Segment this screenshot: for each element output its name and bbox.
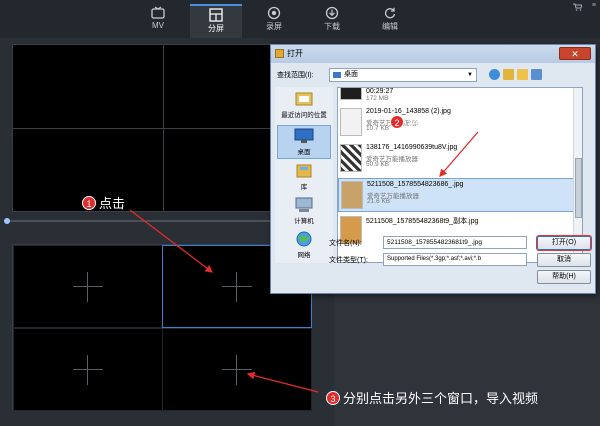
place-label: 计算机 <box>294 218 314 225</box>
file-item[interactable]: 00:29:27 172 MB <box>338 88 574 104</box>
file-thumbnail <box>340 108 362 136</box>
annotation-text: 选中文案图片导入 <box>407 115 512 130</box>
file-size: 21.6 KB <box>367 198 391 205</box>
tab-edit[interactable]: 编辑 <box>364 4 416 38</box>
close-button[interactable]: ✕ <box>559 47 591 60</box>
place-label: 最近访问的位置 <box>281 112 327 119</box>
record-icon <box>267 6 281 20</box>
scrollbar-thumb[interactable] <box>575 158 582 218</box>
step-badge: 1 <box>82 196 96 210</box>
computer-icon <box>295 197 313 212</box>
network-icon <box>296 231 312 247</box>
file-type-select[interactable]: Supported Files(*.3gp;*.asf;*.avi;*.b <box>383 253 527 266</box>
file-thumbnail <box>340 144 362 172</box>
look-in-label: 查找范围(I): <box>277 72 314 79</box>
app-window: MV 分屏 录屏 下载 编辑 ≡ 打开 ✕ 查找范围(I): 桌面 ▼ 最近访问… <box>0 0 600 426</box>
step-badge: 2 <box>390 115 404 129</box>
help-button[interactable]: 帮助(H) <box>537 270 591 284</box>
tab-download[interactable]: 下载 <box>306 4 358 38</box>
annotation-text: 点击 <box>99 196 126 211</box>
split-cell-1[interactable] <box>13 245 163 328</box>
file-name-input[interactable]: 5211508_1578554823681t9_.jpg <box>383 236 527 249</box>
dialog-title-bar[interactable]: 打开 ✕ <box>271 45 595 63</box>
file-size: 172 MB <box>366 95 389 102</box>
slider-knob[interactable] <box>4 218 10 224</box>
tab-label: 录屏 <box>266 22 282 31</box>
back-icon[interactable] <box>489 69 500 80</box>
file-thumbnail <box>340 88 362 100</box>
file-name: 138176_1416990639tu8V.jpg <box>366 144 458 151</box>
file-type-label: 文件类型(T): <box>329 257 368 264</box>
dialog-title: 打开 <box>287 49 303 58</box>
desktop-icon <box>333 72 341 78</box>
edit-icon <box>384 7 396 19</box>
top-toolbar: MV 分屏 录屏 下载 编辑 ≡ <box>0 0 600 38</box>
look-in-value: 桌面 <box>344 71 358 78</box>
window-menu-icon[interactable]: ≡ <box>592 2 596 9</box>
step-badge: 3 <box>326 391 340 405</box>
library-icon <box>296 164 312 178</box>
cancel-button[interactable]: 取消 <box>537 253 591 267</box>
plus-icon <box>73 354 103 385</box>
file-item-selected[interactable]: 5211508_1578554823686_.jpg 爱奇艺万能播放器 21.6… <box>338 178 574 212</box>
file-name: 00:29:27 <box>366 88 394 95</box>
places-bar: 最近访问的位置 桌面 库 计算机 网络 <box>275 87 333 263</box>
tab-record[interactable]: 录屏 <box>248 4 300 38</box>
desktop-icon <box>294 128 314 143</box>
open-file-dialog: 打开 ✕ 查找范围(I): 桌面 ▼ 最近访问的位置 桌面 库 计算机 网络 0… <box>270 44 596 294</box>
place-label: 库 <box>300 184 308 191</box>
dialog-toolbar <box>489 68 549 82</box>
plus-icon <box>222 271 252 302</box>
preview-panel-top <box>12 44 312 212</box>
tab-label: MV <box>152 21 164 30</box>
folder-icon <box>275 49 284 58</box>
place-label: 网络 <box>297 252 311 259</box>
grid-divider <box>13 128 311 129</box>
plus-icon <box>222 354 252 385</box>
new-folder-icon[interactable] <box>517 69 528 80</box>
annotation-step3: 3 分别点击另外三个窗口，导入视频 <box>326 388 538 407</box>
file-name: 5211508_1578554823686_.jpg <box>367 181 464 188</box>
split-cell-4[interactable] <box>162 328 312 411</box>
up-folder-icon[interactable] <box>503 69 514 80</box>
split-screen-icon <box>209 8 223 22</box>
tab-label: 编辑 <box>382 22 398 31</box>
annotation-step1: 1 点击 <box>82 193 125 212</box>
download-icon <box>325 6 339 20</box>
place-label: 桌面 <box>297 149 311 156</box>
tab-split-screen[interactable]: 分屏 <box>190 4 242 38</box>
annotation-step2: 2 选中文案图片导入 <box>390 112 511 131</box>
place-desktop[interactable]: 桌面 <box>277 125 331 159</box>
plus-icon <box>73 271 103 302</box>
file-name: 5211508_157855482368t9_副本.jpg <box>366 218 479 225</box>
place-network[interactable]: 网络 <box>277 229 331 263</box>
file-size: 50.9 KB <box>366 161 390 168</box>
look-in-select[interactable]: 桌面 ▼ <box>329 68 477 82</box>
cart-icon[interactable] <box>573 3 582 11</box>
file-thumbnail <box>341 181 363 209</box>
place-recent[interactable]: 最近访问的位置 <box>277 89 331 123</box>
tab-mv[interactable]: MV <box>132 4 184 38</box>
place-computer[interactable]: 计算机 <box>277 195 331 229</box>
annotation-text: 分别点击另外三个窗口，导入视频 <box>343 391 539 406</box>
open-button[interactable]: 打开(O) <box>537 236 591 250</box>
tab-label: 分屏 <box>208 24 224 33</box>
chevron-down-icon: ▼ <box>467 72 473 78</box>
tv-icon <box>151 6 165 19</box>
file-name-label: 文件名(N): <box>329 240 362 247</box>
recent-places-icon <box>295 92 313 106</box>
view-menu-icon[interactable] <box>531 69 542 80</box>
file-item[interactable]: 138176_1416990639tu8V.jpg 爱奇艺万能播放器 50.9 … <box>338 142 574 176</box>
split-cell-3[interactable] <box>13 328 163 411</box>
file-size: 10.7 KB <box>366 125 390 132</box>
tab-label: 下载 <box>324 22 340 31</box>
split-screen-grid <box>12 244 312 411</box>
place-library[interactable]: 库 <box>277 161 331 195</box>
